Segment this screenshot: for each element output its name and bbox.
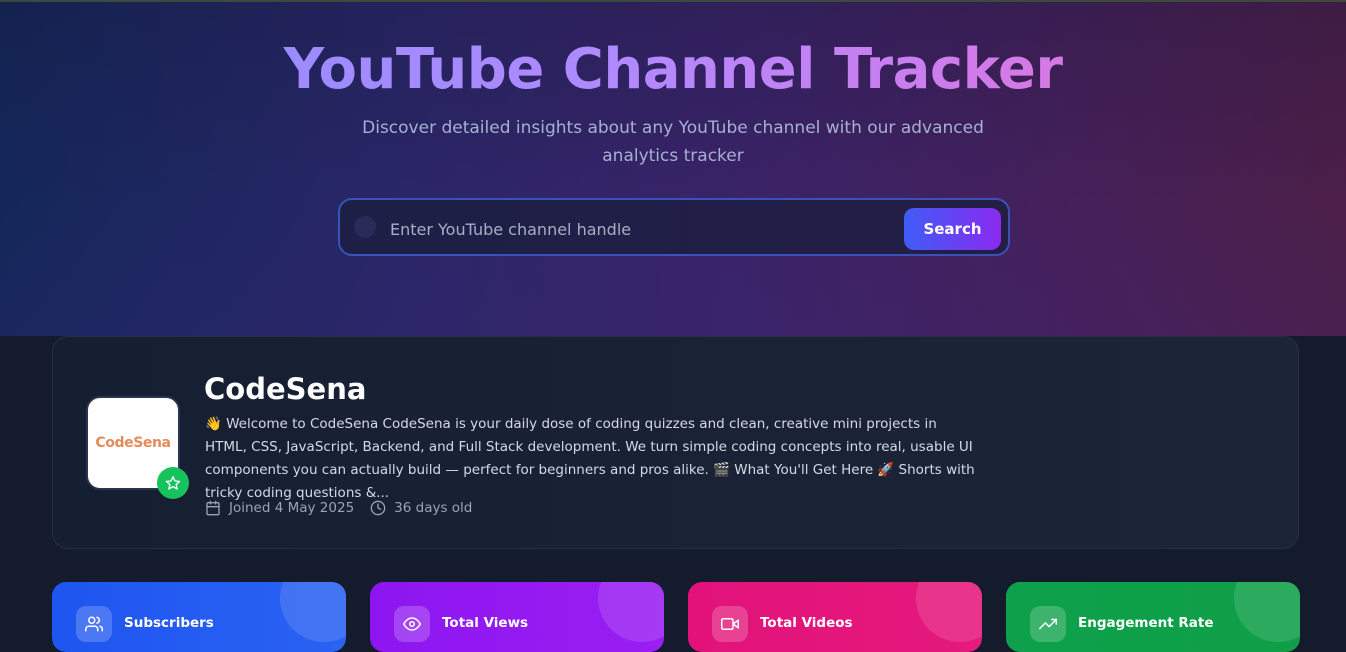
users-icon: [76, 606, 112, 642]
page-title: YouTube Channel Tracker: [0, 34, 1346, 106]
main-content: CodeSena CodeSena 👋 Welcome to CodeSena …: [0, 336, 1346, 652]
hero-section: YouTube Channel Tracker Discover detaile…: [0, 2, 1346, 336]
stat-label: Subscribers: [124, 615, 214, 631]
stat-decoration: [280, 582, 346, 642]
joined-date: Joined 4 May 2025: [205, 500, 354, 516]
avatar-logo-text: CodeSena: [95, 435, 171, 451]
search-button[interactable]: Search: [904, 208, 1001, 250]
video-icon: [712, 606, 748, 642]
clock-icon: [370, 500, 386, 516]
calendar-icon: [206, 500, 220, 516]
search-icon: [354, 216, 376, 238]
stat-card-subscribers: Subscribers: [52, 582, 346, 652]
stat-label: Total Videos: [760, 615, 853, 631]
stat-card-views: Total Views: [370, 582, 664, 652]
joined-text: Joined 4 May 2025: [229, 500, 355, 516]
age-text: 36 days old: [394, 500, 473, 516]
stat-card-videos: Total Videos: [688, 582, 982, 652]
channel-meta: Joined 4 May 2025 36 days old: [205, 497, 488, 519]
eye-icon: [394, 606, 430, 642]
stat-decoration: [916, 582, 982, 642]
stat-card-engagement: Engagement Rate: [1006, 582, 1300, 652]
channel-card: CodeSena CodeSena 👋 Welcome to CodeSena …: [52, 336, 1299, 549]
stat-label: Total Views: [442, 615, 529, 631]
stat-decoration: [598, 582, 664, 642]
stat-decoration: [1234, 582, 1300, 642]
stat-label: Engagement Rate: [1078, 615, 1214, 631]
star-badge-icon: [157, 467, 189, 499]
search-input[interactable]: [388, 214, 892, 244]
channel-name: CodeSena: [204, 372, 367, 406]
channel-age: 36 days old: [370, 500, 472, 516]
channel-description: 👋 Welcome to CodeSena CodeSena is your d…: [205, 416, 975, 501]
trending-up-icon: [1030, 606, 1066, 642]
page-subtitle: Discover detailed insights about any You…: [362, 118, 984, 166]
search-bar: Search: [338, 198, 1010, 256]
